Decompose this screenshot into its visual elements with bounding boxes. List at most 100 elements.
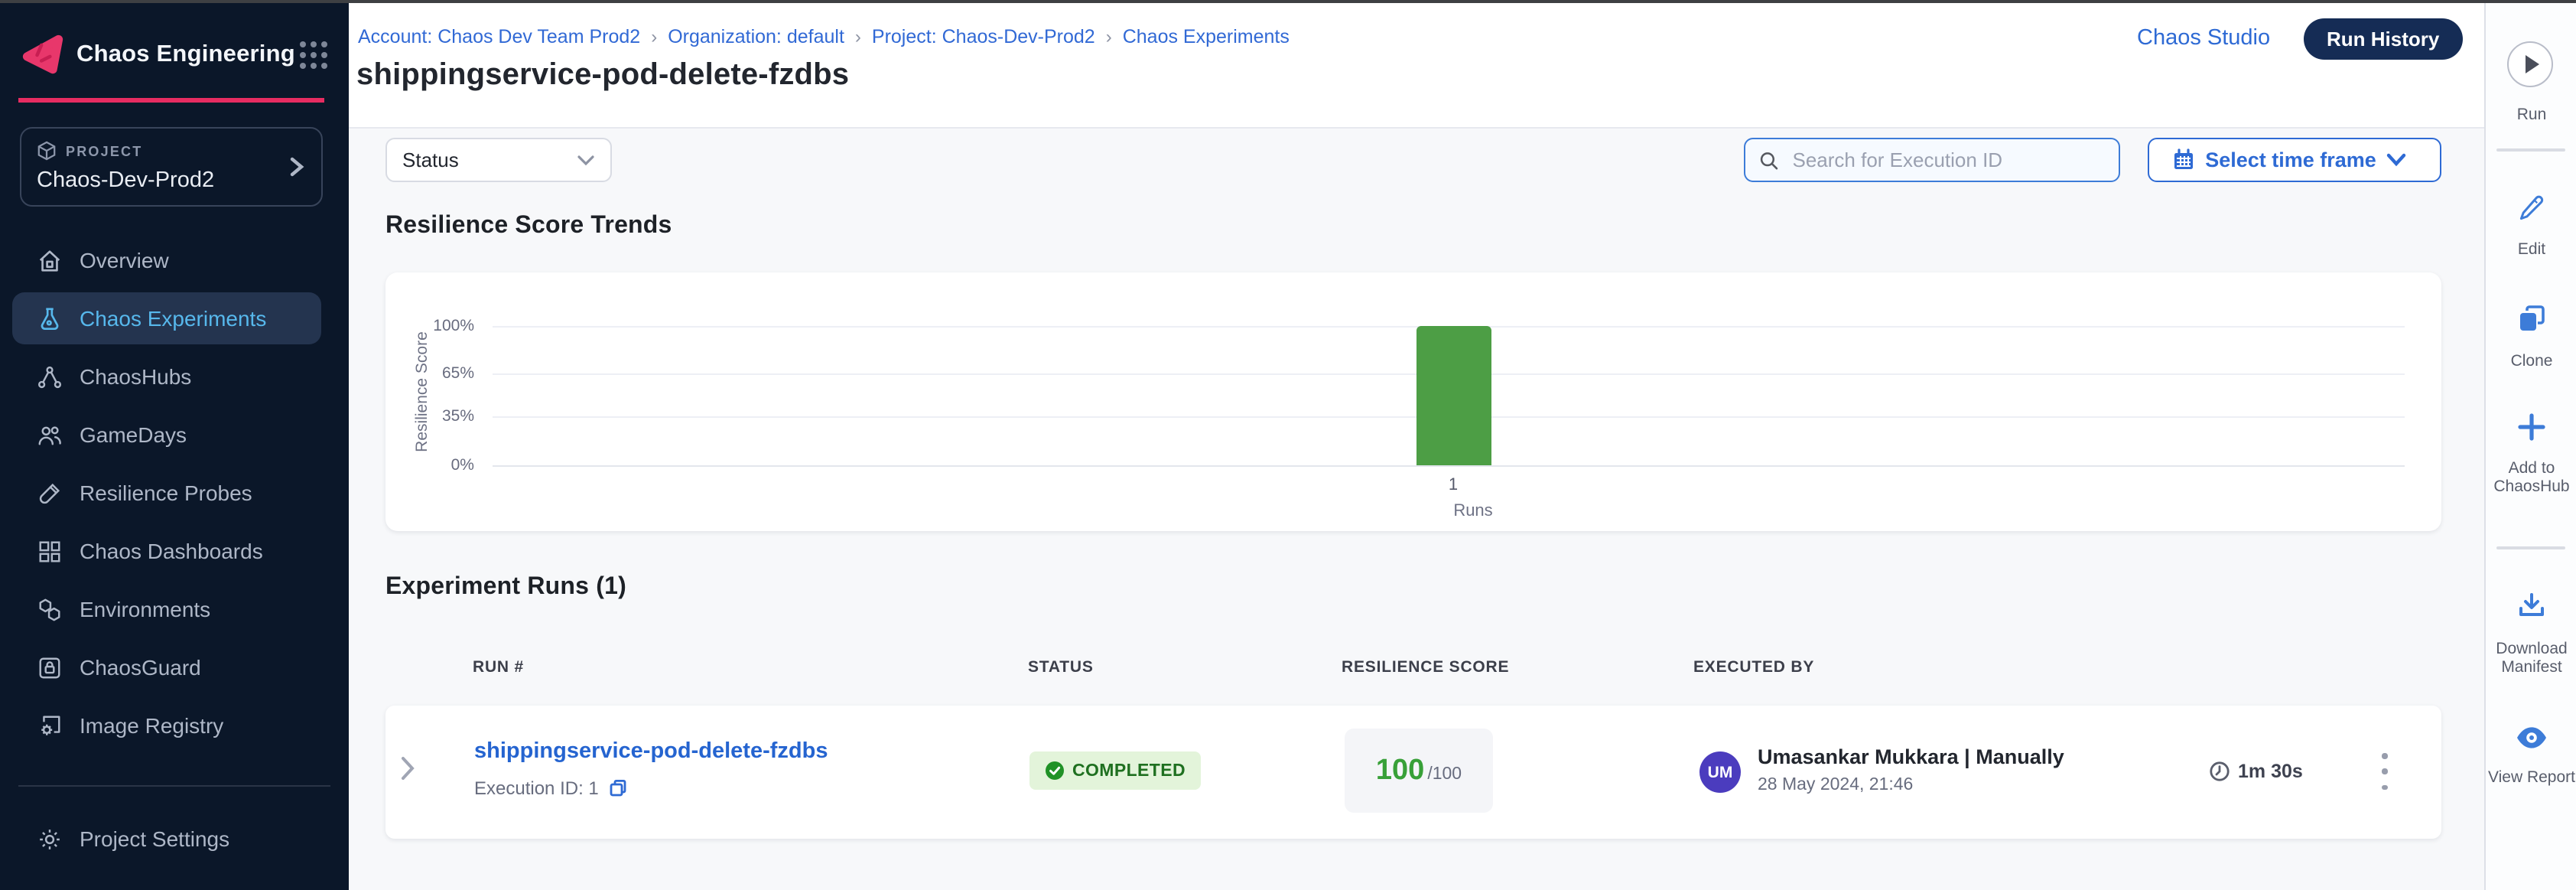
run-name-link[interactable]: shippingservice-pod-delete-fzdbs: [474, 739, 828, 764]
flask-icon: [37, 305, 63, 331]
status-badge: COMPLETED: [1029, 751, 1201, 790]
table-row: shippingservice-pod-delete-fzdbs Executi…: [385, 706, 2441, 839]
sidebar-item-chaos-experiments[interactable]: Chaos Experiments: [0, 289, 349, 347]
clone-label: Clone: [2486, 354, 2576, 372]
breadcrumb: Account: Chaos Dev Team Prod2 › Organiza…: [358, 26, 1290, 47]
app-title: Chaos Engineering: [76, 41, 295, 69]
search-icon: [1759, 149, 1779, 171]
column-header-status: STATUS: [1028, 658, 1094, 676]
breadcrumb-account-link[interactable]: Account: Chaos Dev Team Prod2: [358, 26, 640, 47]
calendar-icon: [2171, 148, 2194, 171]
chart-bar[interactable]: [1416, 325, 1491, 465]
sidebar-item-chaosguard[interactable]: ChaosGuard: [0, 638, 349, 696]
registry-icon: [37, 712, 63, 738]
dashboard-icon: [37, 538, 63, 564]
sidebar-item-environments[interactable]: Environments: [0, 580, 349, 638]
column-header-executed-by: EXECUTED BY: [1693, 658, 1814, 676]
breadcrumb-experiments-link[interactable]: Chaos Experiments: [1123, 26, 1290, 47]
chaos-studio-link[interactable]: Chaos Studio: [2137, 26, 2270, 51]
sidebar-item-label: Project Settings: [80, 826, 229, 851]
expand-row-chevron-icon[interactable]: [401, 756, 415, 781]
home-icon: [37, 247, 63, 273]
score-total: /100: [1427, 765, 1462, 784]
executed-at: 28 May 2024, 21:46: [1758, 776, 1913, 794]
module-switcher-icon[interactable]: [300, 41, 327, 69]
run-button[interactable]: [2507, 41, 2553, 87]
column-header-run: RUN #: [473, 658, 524, 676]
chaos-engineering-logo-icon: [21, 34, 64, 77]
brand-underline: [18, 98, 324, 102]
breadcrumb-separator: ›: [855, 26, 861, 47]
chevron-down-icon: [577, 154, 595, 166]
rail-divider: [2496, 546, 2565, 549]
sidebar-divider: [18, 785, 330, 787]
run-duration: 1m 30s: [2209, 761, 2303, 782]
y-tick: 65%: [385, 366, 474, 381]
breadcrumb-org-link[interactable]: Organization: default: [668, 26, 844, 47]
sidebar-item-image-registry[interactable]: Image Registry: [0, 696, 349, 755]
people-icon: [37, 422, 63, 448]
sidebar-item-overview[interactable]: Overview: [0, 231, 349, 289]
run-history-button[interactable]: Run History: [2304, 18, 2462, 60]
column-header-resilience-score: RESILIENCE SCORE: [1342, 658, 1509, 676]
download-manifest-icon[interactable]: [2486, 591, 2576, 621]
sidebar-item-label: ChaosGuard: [80, 655, 201, 680]
check-circle-icon: [1045, 761, 1065, 781]
status-filter-label: Status: [402, 148, 459, 171]
breadcrumb-project-link[interactable]: Project: Chaos-Dev-Prod2: [872, 26, 1095, 47]
score-value: 100: [1376, 754, 1424, 787]
sidebar-item-project-settings[interactable]: Project Settings: [0, 810, 349, 868]
clone-icon[interactable]: [2486, 305, 2576, 335]
trends-heading: Resilience Score Trends: [385, 213, 672, 240]
action-rail: Run Edit Clone Add to ChaosHub Download …: [2484, 3, 2576, 890]
clock-icon: [2209, 761, 2230, 782]
cube-icon: [37, 141, 57, 161]
project-name: Chaos-Dev-Prod2: [37, 168, 306, 193]
breadcrumb-separator: ›: [651, 26, 657, 47]
add-to-chaoshub-icon[interactable]: [2486, 412, 2576, 442]
sidebar-item-label: ChaosHubs: [80, 364, 191, 389]
sidebar-item-label: GameDays: [80, 422, 187, 447]
rail-divider: [2496, 148, 2565, 152]
x-tick: 1: [1377, 476, 1530, 494]
sidebar-nav: Overview Chaos Experiments ChaosHubs Gam…: [0, 231, 349, 755]
breadcrumb-separator: ›: [1106, 26, 1112, 47]
y-tick: 35%: [385, 408, 474, 423]
sidebar-item-label: Environments: [80, 597, 210, 621]
sidebar: Chaos Engineering PROJECT Chaos-Dev-Prod…: [0, 3, 349, 890]
chevron-down-icon: [2387, 153, 2407, 167]
executed-by-name: Umasankar Mukkara | Manually: [1758, 745, 2064, 768]
sidebar-item-label: Chaos Dashboards: [80, 539, 263, 563]
sidebar-item-chaoshubs[interactable]: ChaosHubs: [0, 347, 349, 406]
project-selector[interactable]: PROJECT Chaos-Dev-Prod2: [20, 127, 323, 207]
runs-heading: Experiment Runs (1): [385, 574, 626, 601]
sidebar-item-resilience-probes[interactable]: Resilience Probes: [0, 464, 349, 522]
sidebar-item-label: Resilience Probes: [80, 481, 252, 505]
sidebar-item-label: Overview: [80, 248, 169, 272]
brand: Chaos Engineering: [21, 28, 327, 83]
y-tick: 100%: [385, 318, 474, 333]
lock-icon: [37, 654, 63, 680]
sidebar-item-gamedays[interactable]: GameDays: [0, 406, 349, 464]
view-report-icon[interactable]: [2486, 725, 2576, 750]
project-label: PROJECT: [66, 143, 142, 158]
chart-x-axis-label: Runs: [1397, 502, 1550, 520]
time-frame-dropdown[interactable]: Select time frame: [2148, 138, 2441, 182]
sidebar-item-chaos-dashboards[interactable]: Chaos Dashboards: [0, 522, 349, 580]
sidebar-item-label: Image Registry: [80, 713, 223, 738]
execution-id-label: Execution ID: 1: [474, 778, 599, 799]
gear-icon: [37, 826, 63, 852]
search-input[interactable]: [1790, 147, 2106, 173]
add-to-chaoshub-label: Add to ChaosHub: [2486, 461, 2576, 497]
time-frame-label: Select time frame: [2205, 148, 2376, 171]
download-manifest-label: Download Manifest: [2486, 641, 2576, 677]
status-filter-dropdown[interactable]: Status: [385, 138, 612, 182]
gridline-baseline: [493, 465, 2405, 467]
row-menu-icon[interactable]: [2371, 753, 2399, 790]
avatar: UM: [1699, 751, 1741, 793]
edit-icon[interactable]: [2486, 193, 2576, 223]
page-title: shippingservice-pod-delete-fzdbs: [356, 58, 849, 93]
hub-icon: [37, 363, 63, 390]
copy-icon[interactable]: [610, 779, 628, 797]
resilience-score-box: 100 /100: [1345, 729, 1493, 813]
